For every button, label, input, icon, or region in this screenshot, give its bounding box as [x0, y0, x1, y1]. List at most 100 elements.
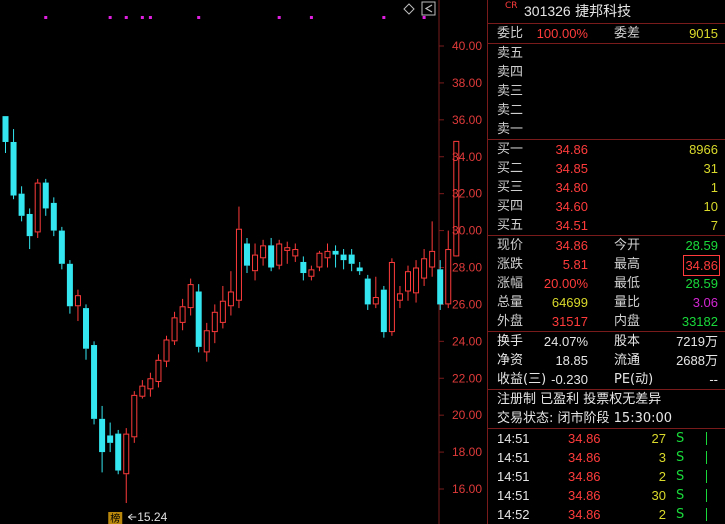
candle-body [74, 295, 81, 307]
quote-value: 5.81 [562, 257, 588, 272]
ask-row[interactable]: 卖二 [488, 101, 725, 120]
candle-body [107, 435, 114, 443]
y-tick-label: 20.00 [452, 408, 482, 422]
expand-diamond-icon[interactable] [403, 3, 415, 15]
candle-body [244, 243, 250, 266]
candle-body [380, 289, 387, 333]
stock-code: 301326 [524, 3, 571, 19]
diff-label: 委差 [614, 26, 641, 41]
candle [26, 208, 33, 250]
trade-price: 34.86 [568, 450, 601, 465]
candle-body [388, 261, 395, 333]
fundamental-row: 换手 24.07% 股本 7219万 [488, 332, 725, 351]
candle-body [155, 359, 162, 382]
candle [276, 239, 283, 270]
candle [429, 221, 436, 277]
candle-body [10, 141, 17, 196]
candle-body [348, 254, 355, 264]
candle [260, 239, 267, 266]
fundamental-label: 流通 [614, 353, 641, 368]
ask-row[interactable]: 卖一 [488, 120, 725, 139]
trade-row[interactable]: 14:52 34.86 2 S [488, 505, 725, 524]
event-markers [44, 16, 426, 19]
quote-value: 28.59 [685, 238, 718, 253]
bid-levels: 买一 34.86 8966 买二 34.85 31 买三 34.80 1 买四 34.60 10 买五 3… [488, 139, 725, 235]
candle [324, 243, 331, 268]
status-value: 闭市阶段 15:30:00 [557, 411, 673, 426]
candle-body [308, 269, 315, 277]
candle-body [252, 254, 259, 272]
ask-row[interactable]: 卖三 [488, 82, 725, 101]
ratio-value: 100.00% [536, 26, 588, 41]
candlestick-chart[interactable]: 40.00 38.00 36.00 34.00 32.00 30.00 28.00 26.00… [0, 0, 486, 524]
candle [235, 206, 242, 309]
bid-label: 买一 [497, 142, 524, 157]
candle [332, 245, 339, 268]
ask-row[interactable]: 卖五 [488, 44, 725, 63]
low-annotation: 15.24 榜 [108, 510, 168, 524]
collapse-panel-icon[interactable] [421, 1, 436, 16]
fundamental-value: -- [709, 372, 718, 387]
candle-body [83, 308, 89, 349]
bid-row[interactable]: 买四 34.60 10 [488, 197, 725, 216]
y-tick-label: 40.00 [452, 39, 482, 53]
quote-row: 外盘 31517 内盘 33182 [488, 312, 725, 331]
quote-label: 总量 [497, 295, 524, 310]
quote-value: 31517 [551, 314, 588, 329]
bid-row[interactable]: 买二 34.85 31 [488, 159, 725, 178]
trade-bar [706, 508, 707, 521]
quote-row: 总量 64699 量比 3.06 [488, 293, 725, 312]
event-marker-dot [382, 16, 386, 19]
candle-body [123, 433, 130, 475]
quote-label: 最高 [614, 257, 641, 272]
quote-value: 34.86 [555, 238, 588, 253]
candle-body [42, 182, 49, 209]
candle [131, 391, 138, 443]
candle [107, 422, 114, 453]
trade-row[interactable]: 14:51 34.86 30 S [488, 486, 725, 505]
event-marker-dot [44, 16, 48, 19]
candle-body [50, 202, 57, 231]
candle-body [300, 261, 307, 274]
quote-label: 量比 [614, 295, 641, 310]
trade-row[interactable]: 14:51 34.86 27 S [488, 429, 725, 448]
candle [268, 237, 275, 272]
candle-body [187, 284, 194, 309]
bid-row[interactable]: 买三 34.80 1 [488, 178, 725, 197]
quote-label: 涨跌 [497, 257, 524, 272]
quote-row: 涨幅 20.00% 最低 28.59 [488, 274, 725, 293]
bid-price: 34.80 [555, 180, 588, 195]
quote-row: 涨跌 5.81 最高 34.86 [488, 255, 725, 276]
candle [91, 341, 98, 425]
quote-label: 现价 [497, 238, 524, 253]
candle [99, 405, 106, 473]
y-tick-label: 38.00 [452, 76, 482, 90]
candle-body [268, 245, 275, 268]
candle-body [26, 213, 33, 237]
bid-row[interactable]: 买五 34.51 7 [488, 216, 725, 235]
trade-bar [706, 432, 707, 445]
trade-volume: 30 [651, 488, 666, 503]
candle [58, 226, 65, 270]
stock-title[interactable]: 301326 捷邦科技 [524, 0, 631, 24]
candle [364, 274, 371, 310]
candle [171, 311, 178, 346]
trade-row[interactable]: 14:51 34.86 2 S [488, 467, 725, 486]
candle-body [115, 433, 122, 471]
candle [244, 237, 250, 274]
candle-body [91, 345, 98, 419]
trade-ticks[interactable]: 14:51 34.86 27 S 14:51 34.86 3 S 14:51 34.86 2 S 14:… [488, 428, 725, 524]
ask-label: 卖四 [497, 65, 524, 80]
trade-bar [706, 470, 707, 483]
candle-body [195, 291, 202, 347]
candle [413, 260, 420, 303]
candle-body [340, 254, 347, 261]
fundamental-label: 收益(三) [497, 372, 547, 387]
bid-row[interactable]: 买一 34.86 8966 [488, 140, 725, 159]
bid-volume: 7 [710, 218, 718, 233]
candle [195, 284, 202, 353]
candle-body [364, 278, 371, 305]
candle [388, 258, 395, 336]
trade-row[interactable]: 14:51 34.86 3 S [488, 448, 725, 467]
ask-row[interactable]: 卖四 [488, 63, 725, 82]
